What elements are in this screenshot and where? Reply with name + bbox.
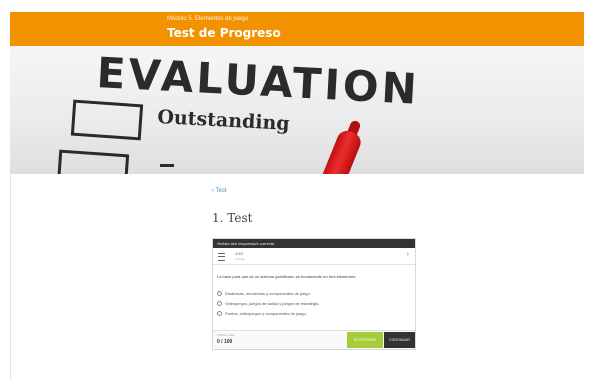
radio-button[interactable] [217,311,222,317]
chevron-right-icon[interactable]: › [407,251,409,258]
quiz-card: Señala la/s respuesta/s correcta 1/10 1 … [212,238,416,350]
hero-checkbox-drawing [70,99,144,141]
radio-button[interactable] [217,291,222,297]
quiz-instruction: Señala la/s respuesta/s correcta [213,239,415,248]
hero-checkbox-drawing [56,149,130,174]
hero-partial-text [160,164,174,173]
test-heading: 1. Test [212,211,253,225]
question-selector[interactable]: 1/10 1 punto › [213,248,415,265]
answer-button[interactable]: RESPONDER [347,332,383,348]
back-to-test-link[interactable]: ‹ Test [212,188,227,194]
points-value: 0 / 100 [217,339,233,345]
list-icon[interactable] [218,253,225,261]
hero-banner-image: EVALUATION Outstanding [10,46,584,174]
answer-option[interactable]: Videojuegos, juegos de salida y juegos d… [217,299,415,309]
question-text: La base para que de un sistema gamificad… [217,274,357,279]
module-breadcrumb: Módulo 5. Elementos de juego [167,16,249,22]
radio-button[interactable] [217,301,222,307]
page-left-border [10,174,11,380]
answer-option-label: Videojuegos, juegos de salida y juegos d… [225,301,320,306]
quiz-footer: Puntos / total 0 / 100 RESPONDER CONTINU… [213,330,415,349]
answer-option[interactable]: Dinámicas, mecánicas y componentes de ju… [217,289,415,299]
answer-options: Dinámicas, mecánicas y componentes de ju… [217,289,415,319]
answer-option-label: Dinámicas, mecánicas y componentes de ju… [225,291,311,296]
marker-body [315,127,364,174]
continue-button[interactable]: CONTINUAR [384,332,415,348]
hero-outstanding-text: Outstanding [156,106,291,135]
question-meta: 1 punto [235,257,246,261]
points-label: Puntos / total [217,333,235,337]
course-header-bar: Módulo 5. Elementos de juego Test de Pro… [10,12,584,46]
answer-option-label: Puntos, videojuegos y componentes de jue… [225,311,307,316]
red-marker-icon [314,116,372,174]
question-number: 1/10 [235,251,243,256]
page-title: Test de Progreso [167,26,281,40]
hero-evaluation-text: EVALUATION [95,48,421,114]
answer-option[interactable]: Puntos, videojuegos y componentes de jue… [217,309,415,319]
